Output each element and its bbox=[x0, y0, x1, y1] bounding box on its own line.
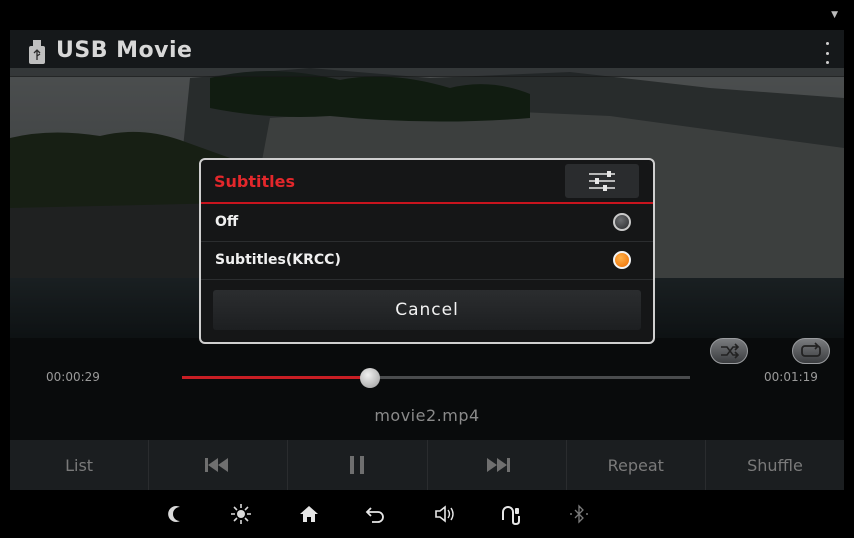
title-bar: USB Movie bbox=[10, 30, 844, 77]
brightness-button[interactable] bbox=[224, 498, 258, 530]
playback-control-bar: List Repeat Shuffle bbox=[10, 440, 844, 490]
overflow-menu-icon[interactable] bbox=[824, 42, 830, 64]
seek-bar[interactable] bbox=[182, 368, 690, 388]
option-off-label: Off bbox=[215, 214, 239, 230]
shuffle-toggle-icon[interactable] bbox=[710, 338, 748, 364]
volume-button[interactable] bbox=[428, 498, 462, 530]
list-button[interactable]: List bbox=[10, 440, 150, 490]
repeat-button[interactable]: Repeat bbox=[567, 440, 706, 490]
subtitles-dialog: Subtitles Off Subtitles(KRCC) Cancel bbox=[199, 158, 655, 344]
bluetooth-button[interactable] bbox=[562, 498, 596, 530]
total-duration: 00:01:19 bbox=[764, 370, 818, 384]
back-button[interactable] bbox=[358, 498, 392, 530]
shuffle-button[interactable]: Shuffle bbox=[706, 440, 844, 490]
moon-icon bbox=[168, 506, 180, 522]
usb-icon bbox=[29, 40, 45, 64]
radio-off[interactable] bbox=[613, 213, 631, 231]
dialog-title: Subtitles bbox=[214, 172, 296, 191]
app-title: USB Movie bbox=[56, 38, 193, 63]
pause-button[interactable] bbox=[288, 440, 428, 490]
brightness-icon bbox=[231, 504, 251, 524]
volume-icon bbox=[435, 505, 454, 523]
seek-bar-knob[interactable] bbox=[359, 368, 380, 388]
phone-icon bbox=[502, 506, 520, 526]
pause-icon bbox=[350, 456, 365, 474]
file-name: movie2.mp4 bbox=[374, 406, 480, 425]
option-subtitles-krcc-label: Subtitles(KRCC) bbox=[215, 252, 341, 268]
home-button[interactable] bbox=[292, 498, 326, 530]
night-mode-button[interactable] bbox=[160, 498, 194, 530]
dialog-header: Subtitles bbox=[201, 160, 653, 204]
phone-button[interactable] bbox=[494, 498, 528, 530]
next-icon bbox=[486, 458, 510, 472]
next-button[interactable] bbox=[428, 440, 567, 490]
settings-sliders-icon bbox=[589, 171, 615, 191]
status-strip: ▼ bbox=[10, 8, 844, 30]
subtitle-settings-button[interactable] bbox=[565, 164, 639, 198]
seek-bar-progress bbox=[182, 376, 370, 379]
previous-button[interactable] bbox=[149, 440, 289, 490]
previous-icon bbox=[205, 458, 229, 472]
elapsed-time: 00:00:29 bbox=[46, 370, 100, 384]
option-off[interactable]: Off bbox=[201, 204, 653, 242]
bluetooth-icon bbox=[570, 504, 588, 524]
back-icon bbox=[365, 507, 384, 523]
home-icon bbox=[300, 506, 318, 522]
signal-icon: ▼ bbox=[831, 10, 838, 20]
option-subtitles-krcc[interactable]: Subtitles(KRCC) bbox=[201, 242, 653, 280]
repeat-toggle-icon[interactable] bbox=[792, 338, 830, 364]
radio-subtitles-krcc[interactable] bbox=[613, 251, 631, 269]
system-bar bbox=[0, 490, 854, 538]
cancel-button[interactable]: Cancel bbox=[213, 290, 641, 330]
